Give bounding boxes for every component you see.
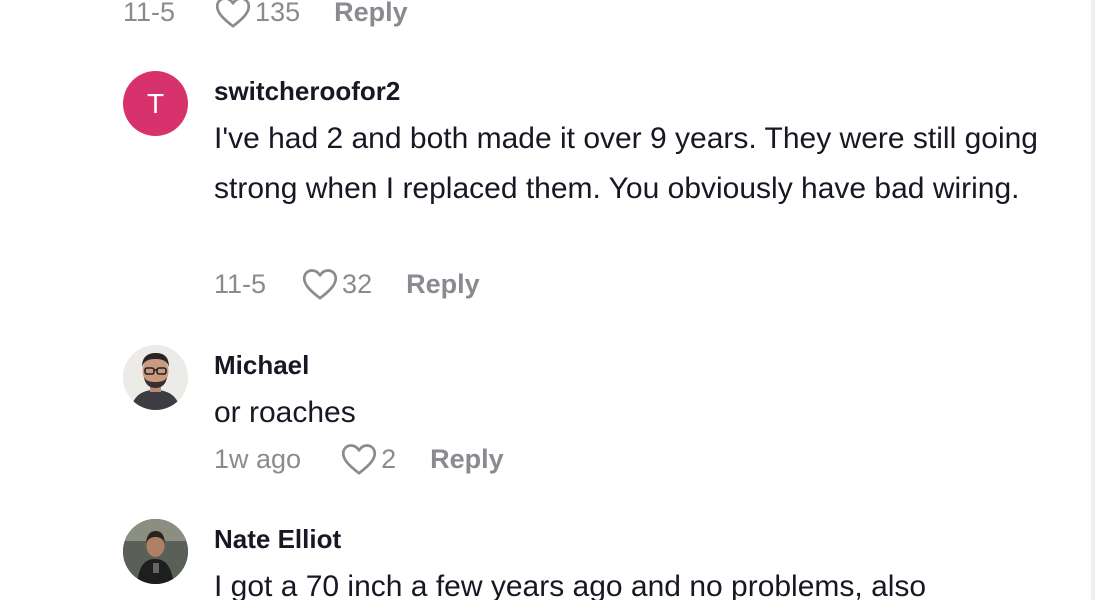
scrollbar-track[interactable] — [1091, 0, 1095, 600]
comment-meta: 11-5 135 Reply — [123, 0, 408, 32]
avatar[interactable]: T — [123, 71, 188, 136]
comment-username[interactable]: Nate Elliot — [214, 524, 341, 555]
like-count: 2 — [381, 443, 397, 474]
comment-meta: 11-5 32 Reply — [214, 264, 480, 304]
like-button[interactable]: 32 — [302, 267, 372, 301]
comment-date: 11-5 — [214, 268, 267, 299]
comment-date: 11-5 — [123, 0, 176, 27]
like-button[interactable]: 135 — [215, 0, 300, 29]
avatar[interactable] — [123, 519, 188, 584]
reply-button[interactable]: Reply — [334, 0, 408, 28]
comment-text: or roaches — [214, 396, 356, 429]
avatar-initial: T — [146, 87, 165, 119]
heart-icon — [302, 269, 338, 300]
comment-username[interactable]: Michael — [214, 350, 309, 381]
comment-date: 1w ago — [214, 443, 302, 474]
comment-text: I got a 70 inch a few years ago and no p… — [214, 570, 927, 600]
avatar[interactable] — [123, 345, 188, 410]
reply-button[interactable]: Reply — [406, 269, 480, 300]
reply-button[interactable]: Reply — [430, 444, 504, 475]
heart-icon — [215, 0, 251, 28]
avatar-photo — [123, 519, 188, 584]
like-count: 32 — [342, 268, 373, 299]
comment-meta: 1w ago 2 Reply — [214, 439, 504, 479]
avatar-photo — [123, 345, 188, 410]
comment-text: I've had 2 and both made it over 9 years… — [214, 122, 1038, 205]
comments-panel: 11-5 135 Reply T switcheroofor2 I've had… — [0, 0, 1095, 600]
like-button[interactable]: 2 — [341, 442, 396, 476]
like-count: 135 — [255, 0, 301, 27]
comment-username[interactable]: switcheroofor2 — [214, 76, 400, 107]
heart-icon — [341, 444, 377, 475]
